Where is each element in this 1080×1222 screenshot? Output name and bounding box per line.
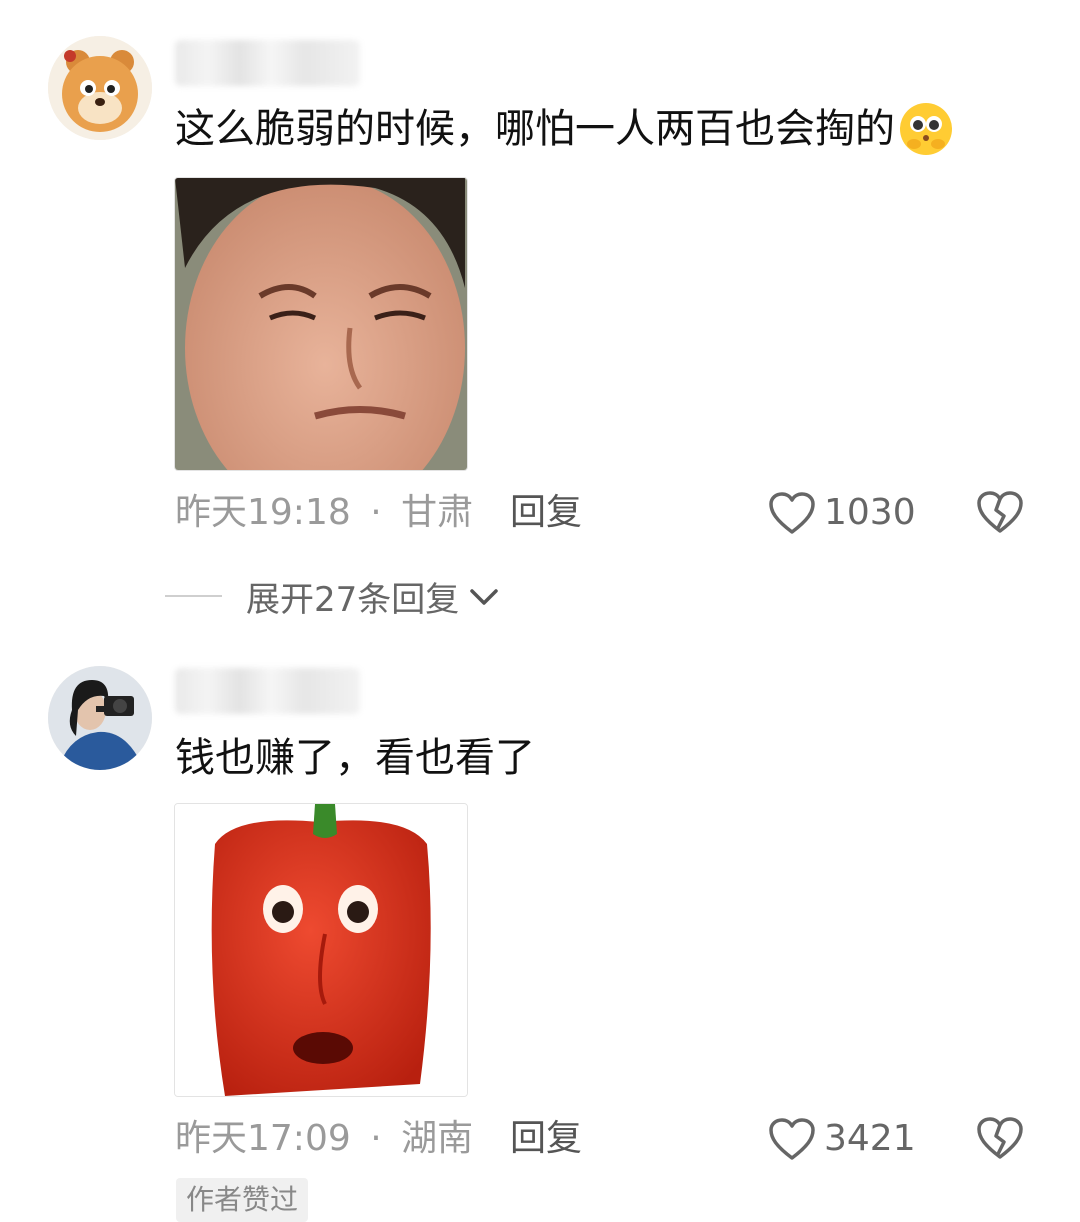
reply-button[interactable]: 回复	[510, 1114, 582, 1164]
location: 甘肃	[401, 492, 474, 533]
photographer-avatar-icon	[48, 666, 152, 770]
comment-text: 这么脆弱的时候，哪怕一人两百也会掏的	[175, 100, 955, 158]
avatar[interactable]	[48, 666, 152, 770]
comment-meta: 昨天17:09 · 湖南	[175, 1114, 473, 1164]
separator: ·	[370, 1118, 382, 1159]
expand-replies-button[interactable]: 展开27条回复	[246, 572, 499, 621]
like-count: 3421	[824, 1118, 916, 1159]
like-count: 1030	[824, 492, 916, 533]
dislike-button[interactable]	[976, 1116, 1024, 1160]
red-pepper-face-meme-icon	[175, 804, 467, 1096]
red-pepper-face-meme-image[interactable]	[174, 803, 468, 1097]
avatar[interactable]	[48, 36, 152, 140]
timestamp: 昨天19:18	[175, 492, 351, 533]
timestamp: 昨天17:09	[175, 1118, 351, 1159]
author-liked-badge: 作者赞过	[176, 1178, 309, 1222]
pleading-face-emoji-icon	[897, 100, 955, 158]
reply-button[interactable]: 回复	[510, 488, 582, 538]
squinting-man-meme-icon	[175, 178, 467, 470]
comment-text: 钱也赚了，看也看了	[175, 735, 535, 781]
username-redacted	[175, 40, 360, 86]
username-redacted	[175, 668, 360, 714]
broken-heart-icon	[977, 491, 1023, 533]
broken-heart-icon	[977, 1117, 1023, 1159]
like-button[interactable]: 3421	[768, 1114, 916, 1164]
cartoon-bear-avatar-icon	[48, 36, 152, 140]
comment-meta: 昨天19:18 · 甘肃	[175, 488, 473, 538]
expand-replies-label: 展开27条回复	[246, 580, 460, 620]
expand-divider	[165, 595, 222, 597]
separator: ·	[370, 492, 382, 533]
squinting-man-meme-image[interactable]	[174, 177, 468, 471]
location: 湖南	[401, 1118, 474, 1159]
dislike-button[interactable]	[976, 490, 1024, 534]
heart-icon	[768, 1117, 816, 1161]
like-button[interactable]: 1030	[768, 488, 916, 538]
chevron-down-icon	[469, 587, 499, 607]
heart-icon	[768, 491, 816, 535]
